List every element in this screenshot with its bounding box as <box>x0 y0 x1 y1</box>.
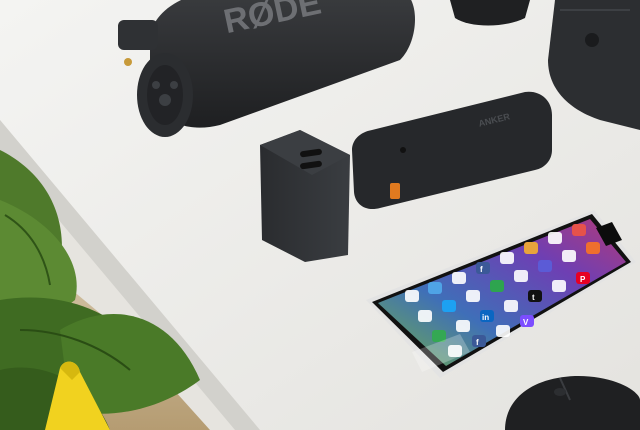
app-label-linkedin: in <box>482 313 489 322</box>
app-label-facebook-2: f <box>476 338 479 347</box>
photo-canvas: RØDE ANKER f f t in P V <box>0 0 640 430</box>
product-photo: RØDE ANKER f f t in P V <box>0 0 640 430</box>
app-label-pinterest: P <box>580 275 586 284</box>
usb-charger <box>260 130 350 262</box>
app-label-tiktok: t <box>532 293 535 302</box>
app-label-facebook: f <box>480 265 483 274</box>
app-label-viber: V <box>523 318 529 327</box>
